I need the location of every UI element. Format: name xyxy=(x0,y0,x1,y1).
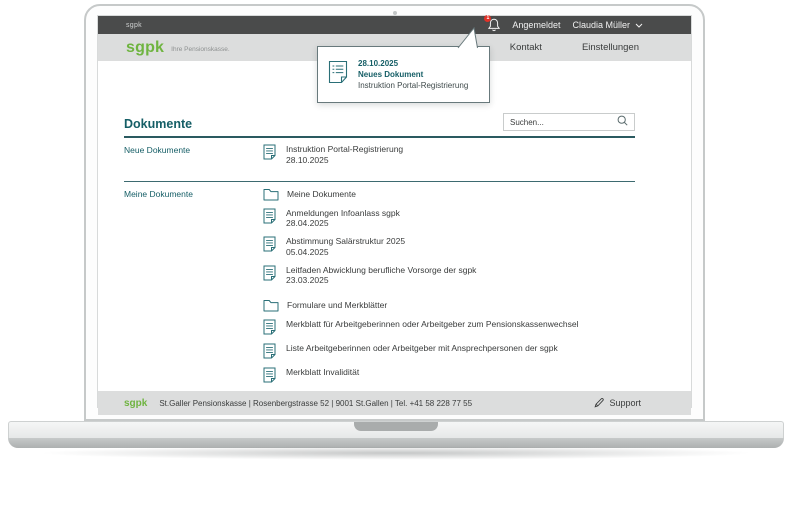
laptop-base xyxy=(8,421,784,448)
document-icon xyxy=(263,319,276,335)
document-icon xyxy=(263,265,276,281)
topbar-right-group: 1 Angemeldet Claudia Müller xyxy=(487,18,643,32)
document-date: 28.04.2025 xyxy=(286,218,400,228)
document-text: Liste Arbeitgeberinnen oder Arbeitgeber … xyxy=(286,343,558,354)
laptop-mockup: sgpk 1 Angemeldet Claudia Müller xyxy=(84,4,705,421)
document-sections: Neue Dokumente Instruktion Portal-Registr… xyxy=(124,138,635,391)
document-title: Formulare und Merkblätter xyxy=(287,300,387,311)
document-text: Anmeldungen Infoanlass sgpk28.04.2025 xyxy=(286,208,400,229)
footer-sgpk-logo: sgpk xyxy=(124,398,147,409)
folder-item[interactable]: Formulare und Merkblätter xyxy=(263,299,635,312)
chevron-down-icon[interactable] xyxy=(635,23,643,28)
page-title: Dokumente xyxy=(124,117,192,131)
popup-date: 28.10.2025 xyxy=(358,58,468,69)
document-item[interactable]: Instruktion Portal-Registrierung28.10.20… xyxy=(263,144,635,165)
document-date: 05.04.2025 xyxy=(286,247,405,257)
section-items: Meine Dokumente Anmeldungen Infoanlass sg… xyxy=(263,182,635,392)
login-status-label: Angemeldet xyxy=(512,20,560,30)
section-label: Meine Dokumente xyxy=(124,182,263,392)
title-row: Dokumente xyxy=(124,113,635,131)
document-item[interactable]: Abstimmung Salärstruktur 202505.04.2025 xyxy=(263,236,635,257)
document-item[interactable]: Leitfaden Abwicklung berufliche Vorsorge… xyxy=(263,265,635,286)
popup-callout-arrow xyxy=(457,27,479,48)
pencil-icon xyxy=(594,397,605,410)
folder-icon xyxy=(263,299,279,312)
document-title: Anmeldungen Infoanlass sgpk xyxy=(286,208,400,219)
document-title: Merkblatt für Arbeitgeberinnen oder Arbe… xyxy=(286,319,578,330)
main-content: Dokumente Neue Dokumente Instruktion Port… xyxy=(98,61,691,391)
document-item[interactable]: Liste Arbeitgeberinnen oder Arbeitgeber … xyxy=(263,343,635,359)
laptop-base-top xyxy=(8,421,784,438)
folder-icon xyxy=(263,188,279,201)
document-section: Meine Dokumente Meine Dokumente Anmeldunge… xyxy=(124,182,635,392)
document-icon xyxy=(263,236,276,252)
topbar: sgpk 1 Angemeldet Claudia Müller xyxy=(98,16,691,34)
support-link[interactable]: Support xyxy=(594,397,641,410)
document-date: 28.10.2025 xyxy=(286,155,403,165)
footer-address: St.Galler Pensionskasse | Rosenbergstras… xyxy=(159,399,472,408)
laptop-notch xyxy=(354,422,438,431)
document-text: Formulare und Merkblätter xyxy=(287,300,387,311)
portal-screen: sgpk 1 Angemeldet Claudia Müller xyxy=(97,15,692,408)
search-icon[interactable] xyxy=(617,113,628,131)
site-footer: sgpk St.Galler Pensionskasse | Rosenberg… xyxy=(98,391,691,415)
document-title: Abstimmung Salärstruktur 2025 xyxy=(286,236,405,247)
nav-item-einstellungen[interactable]: Einstellungen xyxy=(582,42,639,53)
document-title: Instruktion Portal-Registrierung xyxy=(286,144,403,155)
document-text: Meine Dokumente xyxy=(287,189,356,200)
document-item[interactable]: Merkblatt für Arbeitgeberinnen oder Arbe… xyxy=(263,319,635,335)
document-item[interactable]: Anmeldungen Infoanlass sgpk28.04.2025 xyxy=(263,208,635,229)
popup-text: 28.10.2025 Neues Dokument Instruktion Po… xyxy=(358,58,468,91)
document-title: Merkblatt Invalidität xyxy=(286,367,359,378)
document-text: Abstimmung Salärstruktur 202505.04.2025 xyxy=(286,236,405,257)
search-input[interactable] xyxy=(510,118,617,127)
laptop-shadow xyxy=(26,446,766,460)
document-text: Instruktion Portal-Registrierung28.10.20… xyxy=(286,144,403,165)
page-background: sgpk 1 Angemeldet Claudia Müller xyxy=(0,0,792,528)
logo-tagline: Ihre Pensionskasse. xyxy=(171,46,230,53)
notification-popup[interactable]: 28.10.2025 Neues Dokument Instruktion Po… xyxy=(317,46,490,103)
notification-bell-button[interactable]: 1 xyxy=(487,18,501,32)
document-icon xyxy=(263,208,276,224)
popup-title: Neues Dokument xyxy=(358,69,468,80)
bell-icon xyxy=(487,19,501,36)
folder-item[interactable]: Meine Dokumente xyxy=(263,188,635,201)
section-items: Instruktion Portal-Registrierung28.10.20… xyxy=(263,138,635,173)
popup-document-icon xyxy=(328,60,348,89)
document-text: Merkblatt Invalidität xyxy=(286,367,359,378)
document-icon xyxy=(263,343,276,359)
document-title: Meine Dokumente xyxy=(287,189,356,200)
main-nav: Kontakt Einstellungen xyxy=(510,42,639,53)
document-text: Merkblatt für Arbeitgeberinnen oder Arbe… xyxy=(286,319,578,330)
search-box xyxy=(503,113,635,131)
document-icon xyxy=(263,144,276,160)
topbar-brand: sgpk xyxy=(126,22,142,29)
section-label: Neue Dokumente xyxy=(124,138,263,173)
document-title: Leitfaden Abwicklung berufliche Vorsorge… xyxy=(286,265,476,276)
nav-item-kontakt[interactable]: Kontakt xyxy=(510,42,542,53)
user-menu[interactable]: Claudia Müller xyxy=(572,20,630,30)
document-icon xyxy=(263,367,276,383)
document-section: Neue Dokumente Instruktion Portal-Registr… xyxy=(124,138,635,173)
document-text: Leitfaden Abwicklung berufliche Vorsorge… xyxy=(286,265,476,286)
document-title: Liste Arbeitgeberinnen oder Arbeitgeber … xyxy=(286,343,558,354)
document-date: 23.03.2025 xyxy=(286,275,476,285)
sgpk-logo: sgpk xyxy=(126,39,164,57)
popup-document-name: Instruktion Portal-Registrierung xyxy=(358,80,468,91)
support-label: Support xyxy=(609,398,641,408)
document-item[interactable]: Merkblatt Invalidität xyxy=(263,367,635,383)
